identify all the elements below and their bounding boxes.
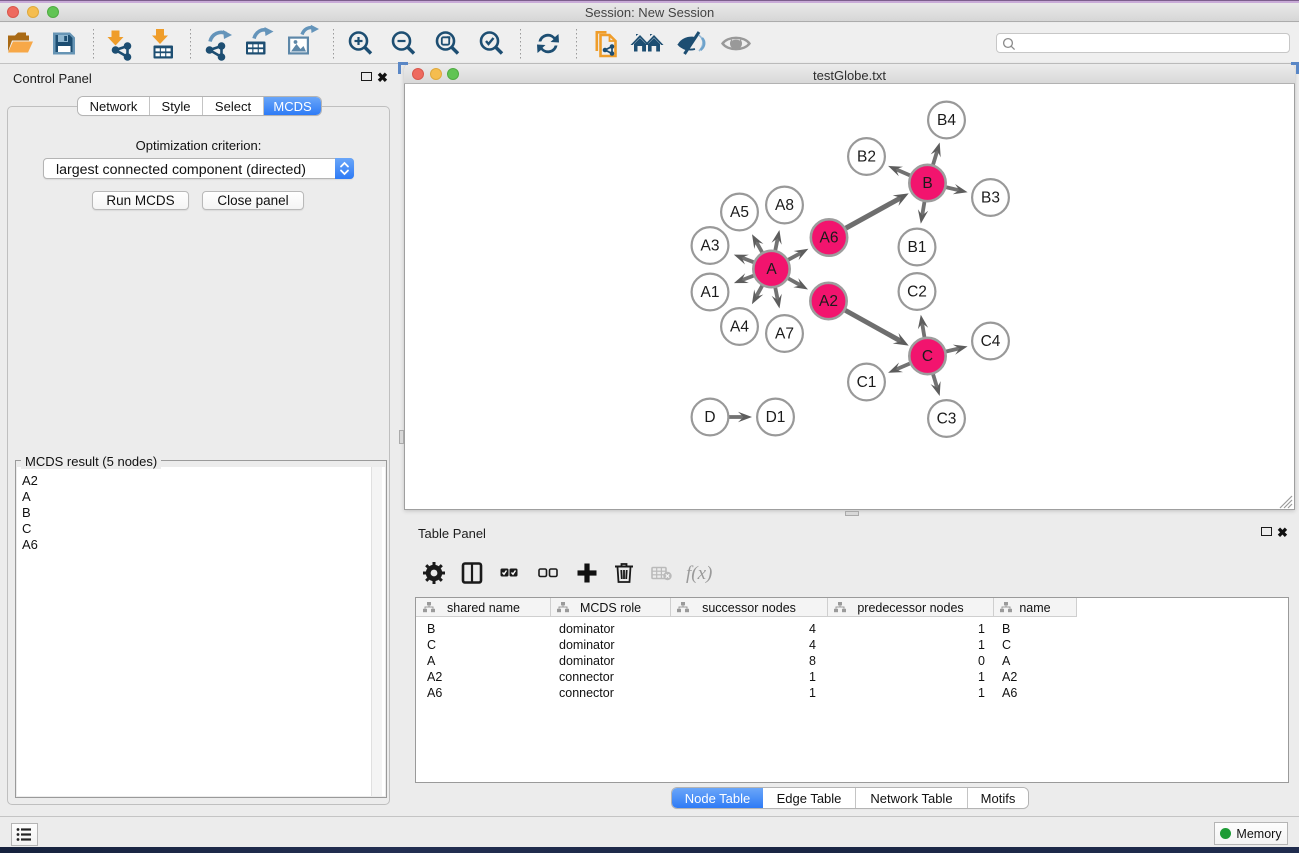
svg-text:A5: A5 <box>730 204 749 221</box>
svg-text:A8: A8 <box>775 197 794 214</box>
svg-text:C: C <box>922 348 933 365</box>
svg-text:B4: B4 <box>937 112 956 129</box>
svg-text:A7: A7 <box>775 326 794 343</box>
svg-text:A2: A2 <box>819 293 838 310</box>
svg-text:A3: A3 <box>701 238 720 255</box>
svg-text:C1: C1 <box>857 374 877 391</box>
svg-text:D: D <box>704 409 715 426</box>
svg-text:C2: C2 <box>907 284 927 301</box>
svg-text:B: B <box>922 175 932 192</box>
svg-text:D1: D1 <box>766 409 786 426</box>
svg-text:A1: A1 <box>701 284 720 301</box>
svg-text:C3: C3 <box>937 411 957 428</box>
svg-text:A: A <box>766 261 777 278</box>
svg-text:A6: A6 <box>820 230 839 247</box>
svg-text:C4: C4 <box>981 333 1001 350</box>
svg-text:f(x): f(x) <box>686 563 712 584</box>
svg-text:B1: B1 <box>908 239 927 256</box>
svg-text:B3: B3 <box>981 190 1000 207</box>
svg-text:B2: B2 <box>857 149 876 166</box>
svg-text:A4: A4 <box>730 319 749 336</box>
